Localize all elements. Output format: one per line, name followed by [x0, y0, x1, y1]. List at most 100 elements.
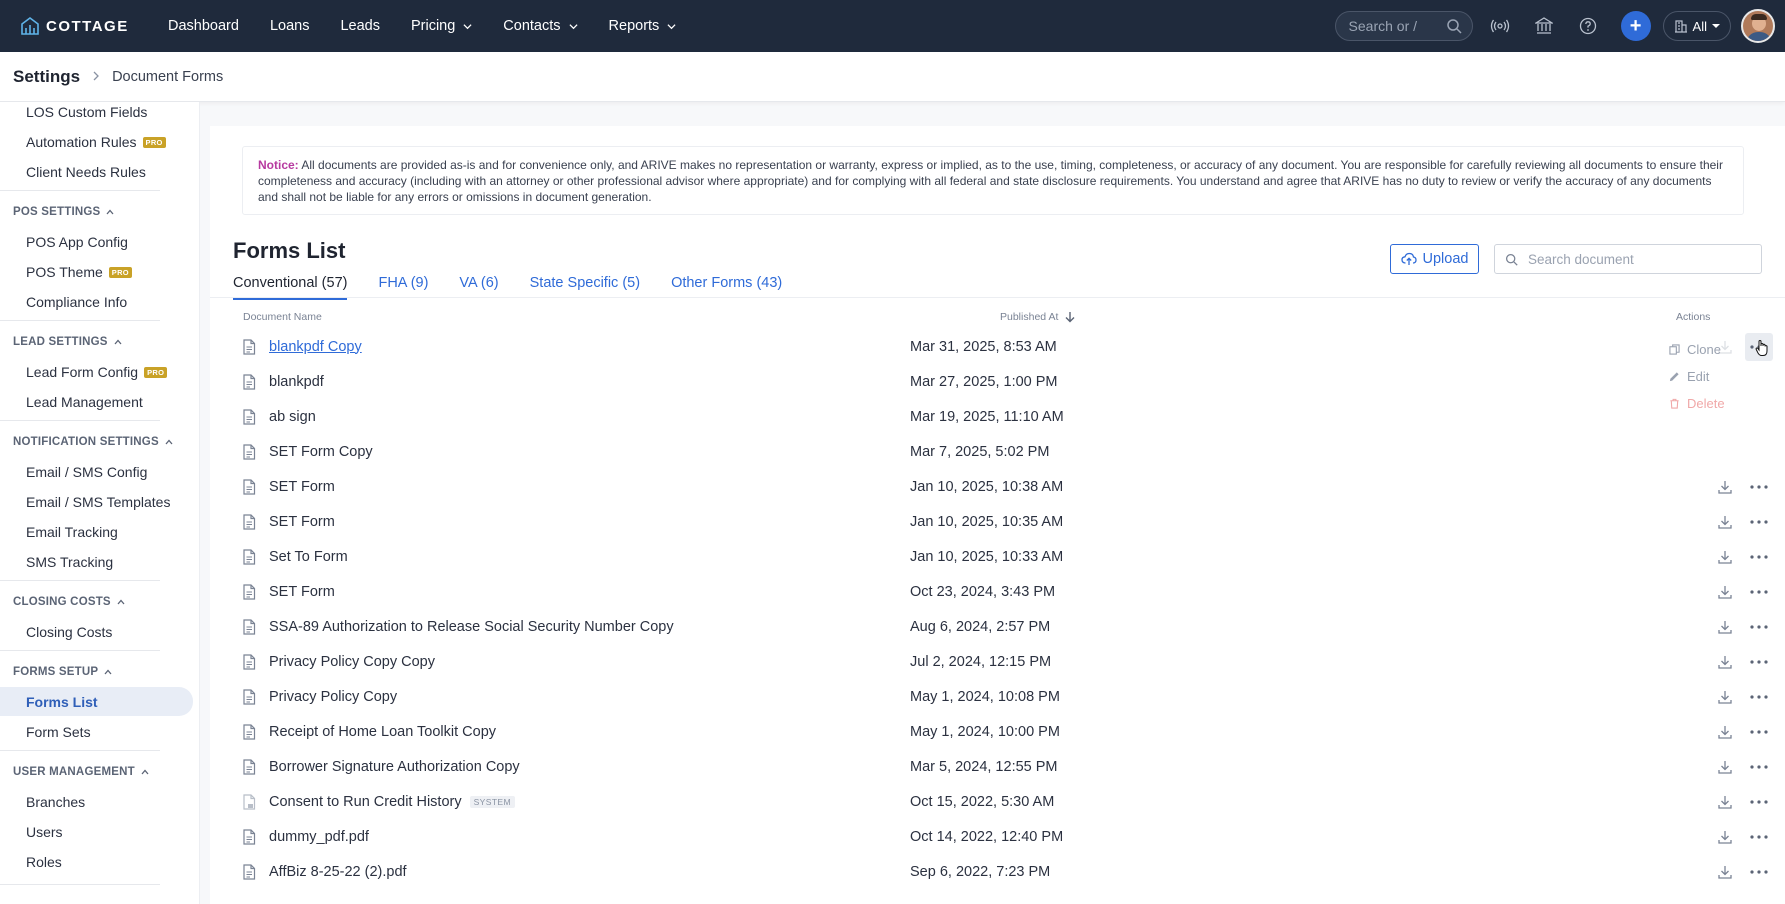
help-icon[interactable]: [1577, 15, 1599, 37]
section-forms-setup[interactable]: FORMS SETUP: [13, 666, 112, 678]
download-icon[interactable]: [1717, 584, 1733, 600]
upload-button[interactable]: Upload: [1390, 244, 1479, 274]
document-name[interactable]: SET Form Copy: [269, 444, 373, 460]
document-name[interactable]: Receipt of Home Loan Toolkit Copy: [269, 724, 496, 740]
table-row[interactable]: Consent to Run Credit History SYSTEM Oct 1…: [242, 784, 1768, 819]
sidebar-item-pos-theme[interactable]: POS Theme PRO: [26, 264, 132, 280]
more-actions-icon[interactable]: [1748, 791, 1770, 813]
document-name[interactable]: Consent to Run Credit History SYSTEM: [269, 794, 515, 810]
sidebar-item-users[interactable]: Users: [26, 824, 63, 840]
download-icon[interactable]: [1717, 549, 1733, 565]
download-icon[interactable]: [1717, 724, 1733, 740]
table-row[interactable]: blankpdf Copy Mar 31, 2025, 8:53 AM: [242, 329, 1773, 364]
document-name[interactable]: dummy_pdf.pdf: [269, 829, 369, 845]
document-name[interactable]: Set To Form: [269, 549, 348, 565]
download-icon[interactable]: [1717, 479, 1733, 495]
more-actions-icon[interactable]: [1748, 476, 1770, 498]
download-icon[interactable]: [1717, 864, 1733, 880]
document-name[interactable]: blankpdf Copy: [269, 339, 362, 355]
sidebar-item-closing-costs[interactable]: Closing Costs: [26, 624, 112, 640]
table-row[interactable]: SET Form Jan 10, 2025, 10:38 AM: [242, 469, 1768, 504]
menu-item-clone[interactable]: Clone: [1669, 342, 1721, 357]
download-icon[interactable]: [1717, 619, 1733, 635]
nav-reports[interactable]: Reports: [609, 18, 677, 34]
document-name[interactable]: blankpdf: [269, 374, 324, 390]
sidebar-item-email-sms-config[interactable]: Email / SMS Config: [26, 464, 147, 480]
broadcast-icon[interactable]: [1489, 15, 1511, 37]
sidebar-item-form-sets[interactable]: Form Sets: [26, 724, 91, 740]
more-actions-icon[interactable]: [1748, 616, 1770, 638]
bank-icon[interactable]: [1533, 15, 1555, 37]
download-icon[interactable]: [1717, 514, 1733, 530]
add-new-button[interactable]: +: [1620, 11, 1651, 41]
table-row[interactable]: blankpdf Mar 27, 2025, 1:00 PM: [242, 364, 1762, 399]
sidebar-item-client-needs-rules[interactable]: Client Needs Rules: [26, 164, 146, 180]
sidebar-item-pos-app-config[interactable]: POS App Config: [26, 234, 128, 250]
table-row[interactable]: AffBiz 8-25-22 (2).pdf Sep 6, 2022, 7:23 …: [242, 854, 1768, 889]
more-actions-icon[interactable]: [1748, 511, 1770, 533]
table-row[interactable]: Privacy Policy Copy May 1, 2024, 10:08 PM: [242, 679, 1768, 714]
section-user-management[interactable]: USER MANAGEMENT: [13, 766, 149, 778]
table-row[interactable]: SET Form Copy Mar 7, 2025, 5:02 PM: [242, 434, 1762, 469]
more-actions-icon[interactable]: [1748, 546, 1770, 568]
download-icon[interactable]: [1717, 654, 1733, 670]
document-name[interactable]: SSA-89 Authorization to Release Social S…: [269, 619, 674, 635]
section-notification-settings[interactable]: NOTIFICATION SETTINGS: [13, 436, 173, 448]
nav-pricing[interactable]: Pricing: [411, 18, 472, 34]
sidebar-item-branches[interactable]: Branches: [26, 794, 85, 810]
sidebar-item-lead-form-config[interactable]: Lead Form Config PRO: [26, 364, 168, 380]
sidebar-item-email-sms-templates[interactable]: Email / SMS Templates: [26, 494, 170, 510]
more-actions-icon[interactable]: [1748, 861, 1770, 883]
document-name[interactable]: SET Form: [269, 584, 335, 600]
sidebar-item-email-tracking[interactable]: Email Tracking: [26, 524, 118, 540]
more-actions-icon[interactable]: [1748, 581, 1770, 603]
table-row[interactable]: dummy_pdf.pdf Oct 14, 2022, 12:40 PM: [242, 819, 1768, 854]
scope-selector[interactable]: All: [1662, 11, 1731, 41]
document-name[interactable]: Privacy Policy Copy Copy: [269, 654, 435, 670]
document-name[interactable]: Privacy Policy Copy: [269, 689, 397, 705]
document-name[interactable]: AffBiz 8-25-22 (2).pdf: [269, 864, 407, 880]
table-row[interactable]: SET Form Oct 23, 2024, 3:43 PM: [242, 574, 1768, 609]
table-row[interactable]: SET Form Jan 10, 2025, 10:35 AM: [242, 504, 1768, 539]
sidebar-item-roles[interactable]: Roles: [26, 854, 62, 870]
sidebar-item-los-custom-fields[interactable]: LOS Custom Fields: [26, 104, 147, 120]
document-search-input[interactable]: [1528, 251, 1748, 267]
download-icon[interactable]: [1717, 829, 1733, 845]
table-row[interactable]: SSA-89 Authorization to Release Social S…: [242, 609, 1768, 644]
global-search[interactable]: Search or /: [1334, 11, 1473, 41]
nav-contacts[interactable]: Contacts: [503, 18, 578, 34]
table-row[interactable]: Privacy Policy Copy Copy Jul 2, 2024, 12:…: [242, 644, 1768, 679]
table-row[interactable]: Set To Form Jan 10, 2025, 10:33 AM: [242, 539, 1768, 574]
section-lead-settings[interactable]: LEAD SETTINGS: [13, 336, 122, 348]
more-actions-icon[interactable]: [1748, 721, 1770, 743]
more-actions-icon[interactable]: [1748, 651, 1770, 673]
sidebar-item-forms-list[interactable]: Forms List: [26, 694, 98, 710]
table-row[interactable]: Borrower Signature Authorization Copy Mar…: [242, 749, 1768, 784]
document-name[interactable]: SET Form: [269, 514, 335, 530]
sidebar-item-lead-management[interactable]: Lead Management: [26, 394, 143, 410]
nav-dashboard[interactable]: Dashboard: [168, 18, 239, 34]
menu-item-edit[interactable]: Edit: [1669, 369, 1709, 384]
brand-logo[interactable]: COTTAGE: [20, 17, 168, 35]
nav-loans[interactable]: Loans: [270, 18, 310, 34]
user-avatar[interactable]: [1741, 9, 1775, 43]
breadcrumb-settings[interactable]: Settings: [13, 67, 80, 87]
more-actions-icon[interactable]: [1745, 332, 1773, 361]
more-actions-icon[interactable]: [1748, 686, 1770, 708]
table-row[interactable]: ab sign Mar 19, 2025, 11:10 AM: [242, 399, 1762, 434]
download-icon[interactable]: [1717, 759, 1733, 775]
sidebar-item-automation-rules[interactable]: Automation Rules PRO: [26, 134, 166, 150]
section-pos-settings[interactable]: POS SETTINGS: [13, 206, 114, 218]
column-header-published-at[interactable]: Published At: [1000, 311, 1076, 323]
document-name[interactable]: ab sign: [269, 409, 316, 425]
download-icon[interactable]: [1717, 794, 1733, 810]
menu-item-delete[interactable]: Delete: [1669, 396, 1725, 411]
table-row[interactable]: Receipt of Home Loan Toolkit Copy May 1, …: [242, 714, 1768, 749]
more-actions-icon[interactable]: [1748, 756, 1770, 778]
section-closing-costs[interactable]: CLOSING COSTS: [13, 596, 125, 608]
document-name[interactable]: Borrower Signature Authorization Copy: [269, 759, 520, 775]
nav-leads[interactable]: Leads: [340, 18, 380, 34]
sidebar-item-sms-tracking[interactable]: SMS Tracking: [26, 554, 113, 570]
download-icon[interactable]: [1717, 689, 1733, 705]
more-actions-icon[interactable]: [1748, 826, 1770, 848]
